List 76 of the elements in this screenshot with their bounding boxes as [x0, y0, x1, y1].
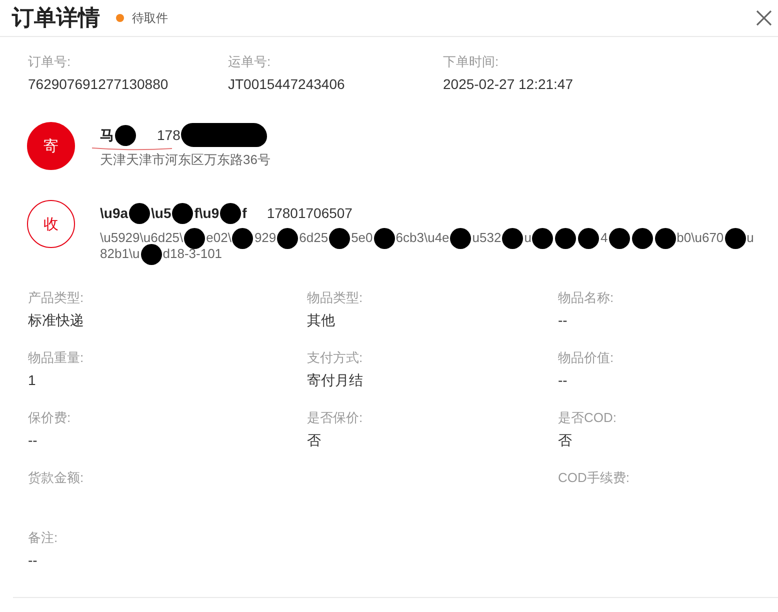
address-text: u: [524, 230, 532, 246]
redaction-blot-icon: [608, 228, 630, 248]
redaction-blot-icon: [502, 228, 524, 248]
address-text: b0\u670: [676, 230, 724, 246]
status-dot-icon: [116, 14, 124, 22]
close-button[interactable]: [756, 10, 772, 26]
field-label: 物品价值:: [558, 349, 614, 367]
field-value: 标准快递: [28, 311, 84, 329]
field-value: 否: [558, 431, 572, 449]
field-label: 运单号:: [228, 53, 271, 71]
address-text: 天津天津市河东区万东路36号: [100, 152, 270, 168]
field-label: COD手续费:: [558, 469, 630, 487]
close-icon: [756, 10, 772, 26]
field-label: 产品类型:: [28, 289, 84, 307]
redaction-blot-icon: [115, 124, 136, 146]
address-text: 6cb3\u4e: [396, 230, 450, 246]
redaction-blot-icon: [181, 123, 268, 147]
field-label: 物品类型:: [307, 289, 363, 307]
contact-name: f: [242, 204, 247, 222]
redaction-blot-icon: [654, 228, 676, 248]
address-text: u: [746, 230, 754, 246]
redaction-blot-icon: [374, 228, 395, 248]
field-value: --: [558, 311, 568, 329]
field-value: --: [28, 431, 38, 449]
redaction-blot-icon: [555, 228, 576, 248]
redaction-blot-icon: [184, 228, 206, 248]
address-text: 6d25: [299, 230, 328, 246]
field-value: 寄付月结: [307, 371, 363, 389]
address-text: \u5929\u6d25\: [100, 230, 184, 246]
window-title: 订单详情: [12, 5, 100, 31]
phone-number: 17801706507: [266, 204, 352, 222]
contact-name: 马: [100, 126, 114, 144]
address-text: d18-3-101: [162, 246, 222, 262]
receive-badge: 收: [27, 200, 75, 248]
redaction-blot-icon: [220, 202, 242, 224]
field-label: 是否COD:: [558, 409, 616, 427]
redaction-blot-icon: [129, 202, 150, 224]
address-text: 82b1\u: [100, 246, 140, 262]
status-label: 待取件: [132, 10, 168, 26]
contact-name: f\u9: [194, 204, 220, 222]
field-value: JT0015447243406: [228, 75, 345, 93]
address-text: e02\: [206, 230, 232, 246]
redaction-blot-icon: [172, 202, 194, 224]
field-label: 订单号:: [28, 53, 71, 71]
phone-number: 178: [157, 126, 180, 144]
redaction-blot-icon: [140, 244, 162, 264]
field-label: 保价费:: [28, 409, 71, 427]
field-label: 是否保价:: [307, 409, 363, 427]
field-label: 下单时间:: [443, 53, 499, 71]
address-text: 929: [254, 230, 276, 246]
field-label: 备注:: [28, 529, 58, 547]
field-value: --: [558, 371, 568, 389]
redaction-blot-icon: [329, 228, 350, 248]
redaction-blot-icon: [277, 228, 298, 248]
field-value: --: [28, 551, 38, 569]
address-text: 5e0: [351, 230, 373, 246]
field-value: 762907691277130880: [28, 75, 168, 93]
field-label: 支付方式:: [307, 349, 363, 367]
address-text: u532: [472, 230, 502, 246]
field-value: 否: [307, 431, 321, 449]
field-label: 物品重量:: [28, 349, 84, 367]
address-text: 4: [600, 230, 608, 246]
field-value: 1: [28, 371, 36, 389]
redaction-blot-icon: [532, 228, 554, 248]
contact-name: \u9a: [100, 204, 128, 222]
field-value: 其他: [307, 311, 335, 329]
field-label: 物品名称:: [558, 289, 614, 307]
redaction-blot-icon: [578, 228, 600, 248]
field-value: 2025-02-27 12:21:47: [443, 75, 573, 93]
redaction-blot-icon: [450, 228, 472, 248]
field-label: 货款金额:: [28, 469, 84, 487]
contact-name: \u5: [151, 204, 172, 222]
redaction-blot-icon: [632, 228, 653, 248]
redaction-blot-icon: [724, 228, 746, 248]
send-badge: 寄: [27, 122, 75, 170]
redaction-blot-icon: [232, 228, 254, 248]
